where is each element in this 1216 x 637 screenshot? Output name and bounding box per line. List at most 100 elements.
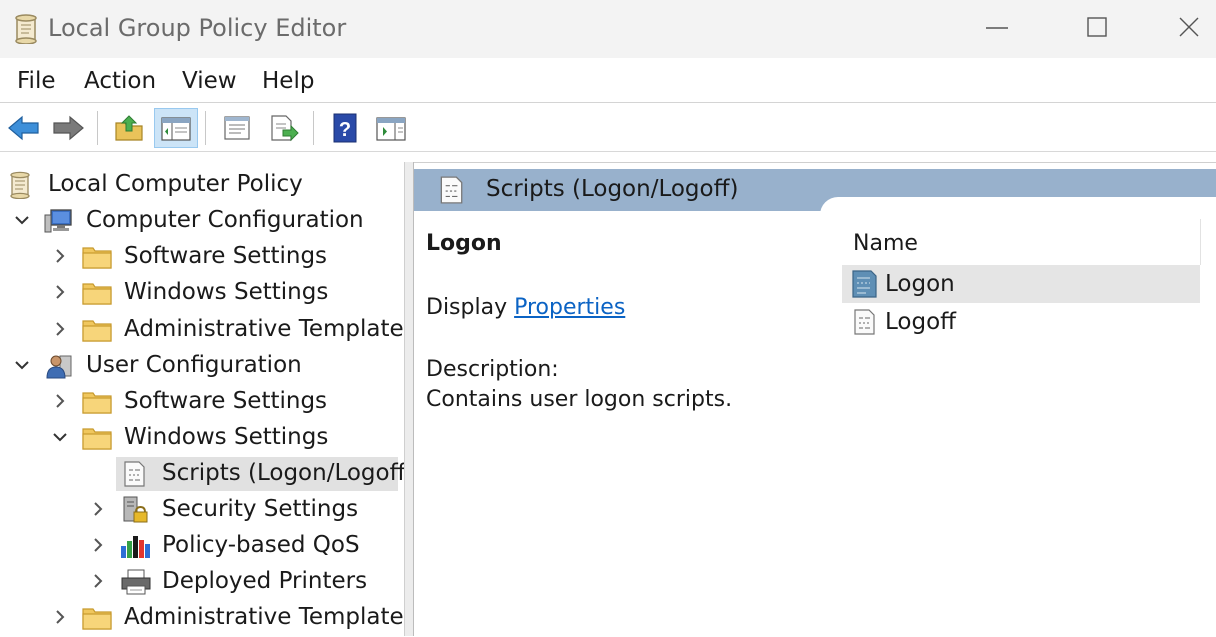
toolbar-separator: [97, 111, 98, 145]
folder-icon: [82, 279, 112, 307]
export-list-icon: [271, 115, 299, 142]
show-hide-console-tree-button[interactable]: [154, 108, 198, 148]
tree-node-label: Local Computer Policy: [48, 171, 303, 197]
tree-node-label: Windows Settings: [124, 279, 329, 305]
menu-action[interactable]: Action: [84, 68, 156, 94]
details-header-tab-curve: [820, 197, 1216, 217]
list-item-label: Logon: [885, 271, 955, 297]
tree-node-label: Software Settings: [124, 243, 328, 269]
properties-link[interactable]: Properties: [514, 295, 625, 320]
tree-node-local-computer-policy[interactable]: Local Computer Policy: [0, 168, 400, 202]
show-action-pane-button[interactable]: [370, 109, 412, 147]
folder-icon: [82, 316, 112, 344]
column-name-label: Name: [853, 231, 918, 256]
details-header-title: Scripts (Logon/Logoff): [486, 176, 739, 202]
description-text: Contains user logon scripts.: [426, 387, 733, 412]
menu-file[interactable]: File: [17, 68, 56, 94]
chevron-right-icon[interactable]: [52, 321, 68, 337]
tree-node-security-settings[interactable]: Security Settings: [0, 493, 400, 527]
tree-node-label: Computer Configuration: [86, 207, 364, 233]
tree-node-user-software-settings[interactable]: Software Settings: [0, 385, 400, 419]
chevron-right-icon[interactable]: [52, 284, 68, 300]
tree-node-user-administrative-templates[interactable]: Administrative Templates: [0, 601, 404, 635]
folder-icon: [82, 243, 112, 271]
tree-node-label: Deployed Printers: [162, 568, 368, 594]
details-pane: Scripts (Logon/Logoff) Logon Display Pro…: [414, 162, 1216, 637]
list-column-header-name[interactable]: Name: [842, 219, 1201, 265]
tree-node-scripts-logon-logoff[interactable]: Scripts (Logon/Logoff): [116, 457, 404, 491]
help-icon: ?: [333, 113, 357, 143]
pane-splitter[interactable]: [404, 162, 414, 636]
arrow-left-icon: [8, 115, 39, 141]
minimize-button[interactable]: [980, 12, 1014, 44]
chevron-right-icon[interactable]: [52, 609, 68, 625]
toolbar: ?: [0, 103, 1216, 152]
display-label: Display: [426, 295, 508, 320]
chevron-right-icon[interactable]: [52, 248, 68, 264]
tree-node-label: User Configuration: [86, 352, 302, 378]
list-item-logon[interactable]: Logon: [842, 265, 1200, 303]
close-button[interactable]: [1172, 12, 1206, 44]
tree-node-policy-based-qos[interactable]: Policy-based QoS: [0, 529, 400, 563]
maximize-button[interactable]: [1080, 12, 1114, 44]
computer-icon: [44, 207, 72, 235]
menu-view[interactable]: View: [182, 68, 237, 94]
qos-chart-icon: [120, 532, 150, 560]
folder-icon: [82, 424, 112, 452]
console-tree: Local Computer Policy Computer Configura…: [0, 162, 404, 636]
chevron-down-icon[interactable]: [14, 212, 30, 228]
policy-scroll-icon: [6, 171, 34, 200]
chevron-right-icon[interactable]: [90, 573, 106, 589]
logoff-script-icon: [850, 308, 878, 340]
extended-display-line: Display Properties: [426, 295, 625, 320]
title-bar: Local Group Policy Editor: [0, 0, 1216, 58]
up-one-level-button[interactable]: [108, 109, 150, 147]
tree-node-user-windows-settings[interactable]: Windows Settings: [0, 421, 400, 455]
menu-help[interactable]: Help: [262, 68, 314, 94]
description-label: Description:: [426, 357, 559, 382]
tree-node-label: Scripts (Logon/Logoff): [162, 460, 404, 486]
tree-node-label: Software Settings: [124, 388, 328, 414]
list-item-label: Logoff: [885, 309, 956, 335]
tree-node-computer-configuration[interactable]: Computer Configuration: [0, 204, 400, 238]
chevron-down-icon[interactable]: [52, 429, 68, 445]
tree-node-deployed-printers[interactable]: Deployed Printers: [0, 565, 400, 599]
tree-node-label: Administrative Templates: [124, 316, 404, 342]
tree-node-user-configuration[interactable]: User Configuration: [0, 349, 400, 383]
security-icon: [120, 496, 148, 524]
chevron-down-icon[interactable]: [14, 357, 30, 373]
export-list-button[interactable]: [262, 109, 304, 147]
tree-node-label: Windows Settings: [124, 424, 329, 450]
toolbar-separator: [313, 111, 314, 145]
toolbar-separator: [205, 111, 206, 145]
svg-text:?: ?: [339, 119, 351, 141]
back-button[interactable]: [2, 109, 44, 147]
script-icon: [436, 175, 466, 209]
user-icon: [44, 352, 72, 380]
help-button[interactable]: ?: [324, 109, 366, 147]
action-pane-icon: [376, 117, 406, 141]
tree-node-computer-software-settings[interactable]: Software Settings: [0, 240, 400, 274]
extended-item-title: Logon: [426, 231, 502, 256]
chevron-right-icon[interactable]: [52, 393, 68, 409]
forward-button[interactable]: [46, 109, 88, 147]
tree-node-label: Administrative Templates: [124, 604, 404, 630]
tree-node-label: Security Settings: [162, 496, 359, 522]
folder-icon: [82, 388, 112, 416]
logon-script-icon: [850, 270, 878, 302]
chevron-right-icon[interactable]: [90, 501, 106, 517]
tree-node-label: Policy-based QoS: [162, 532, 360, 558]
printer-icon: [120, 568, 151, 596]
policy-scroll-icon: [12, 14, 40, 48]
window-title: Local Group Policy Editor: [48, 14, 347, 42]
folder-up-icon: [115, 115, 143, 141]
chevron-right-icon[interactable]: [90, 537, 106, 553]
list-item-logoff[interactable]: Logoff: [842, 303, 1200, 341]
menu-bar: File Action View Help: [0, 58, 1216, 103]
console-tree-icon: [161, 117, 191, 141]
properties-button[interactable]: [216, 109, 258, 147]
tree-node-computer-windows-settings[interactable]: Windows Settings: [0, 276, 400, 310]
tree-node-computer-administrative-templates[interactable]: Administrative Templates: [0, 313, 404, 347]
script-icon: [120, 460, 148, 488]
arrow-right-icon: [53, 115, 84, 141]
